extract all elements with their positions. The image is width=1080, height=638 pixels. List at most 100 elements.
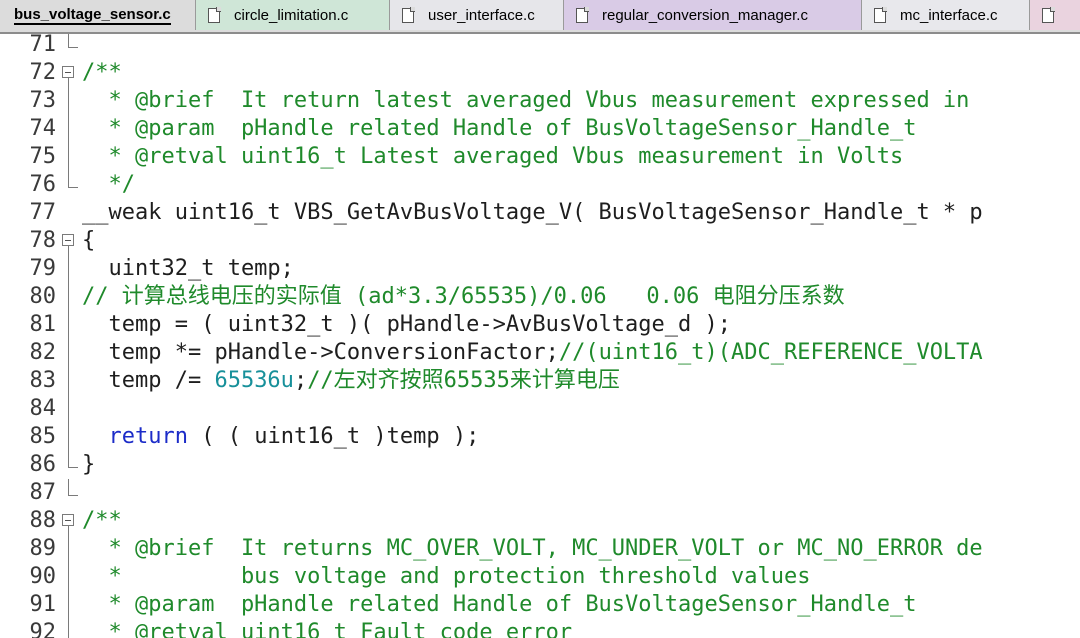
tab-mc-interface-c[interactable]: mc_interface.c	[862, 0, 1030, 30]
tab-label: bus_voltage_sensor.c	[14, 5, 171, 25]
code-text: * bus voltage and protection threshold v…	[82, 564, 811, 589]
code-line[interactable]: 76 */	[0, 171, 1080, 199]
code-line[interactable]: 85 return ( ( uint16_t )temp );	[0, 423, 1080, 451]
fold-guide	[62, 535, 76, 563]
code-text: // 计算总线电压的实际值 (ad*3.3/65535)/0.06 0.06 电…	[82, 284, 845, 309]
code-line[interactable]: 71	[0, 34, 1080, 59]
line-number: 73	[29, 88, 57, 113]
code-text: __weak uint16_t VBS_GetAvBusVoltage_V( B…	[82, 200, 983, 225]
line-number: 92	[29, 620, 57, 638]
fold-guide	[62, 619, 76, 638]
code-line[interactable]: 79 uint32_t temp;	[0, 255, 1080, 283]
fold-guide	[62, 563, 76, 591]
code-line[interactable]: 88 /**	[0, 507, 1080, 535]
fold-guide	[62, 339, 76, 367]
code-line[interactable]: 89 * @brief It returns MC_OVER_VOLT, MC_…	[0, 535, 1080, 563]
code-line[interactable]: 77 __weak uint16_t VBS_GetAvBusVoltage_V(…	[0, 199, 1080, 227]
file-icon	[576, 7, 589, 23]
code-text: temp *= pHandle->ConversionFactor;//(uin…	[82, 340, 983, 365]
file-icon	[1042, 7, 1055, 23]
code-text: * @param pHandle related Handle of BusVo…	[82, 116, 917, 141]
fold-guide	[62, 255, 76, 283]
code-line[interactable]: 78 {	[0, 227, 1080, 255]
file-icon	[874, 7, 887, 23]
code-line[interactable]: 90 * bus voltage and protection threshol…	[0, 563, 1080, 591]
code-text: * @param pHandle related Handle of BusVo…	[82, 592, 917, 617]
tab-label: mc_interface.c	[900, 6, 998, 24]
fold-guide	[62, 87, 76, 115]
fold-guide	[62, 115, 76, 143]
line-number: 86	[29, 452, 57, 477]
fold-guide	[62, 479, 78, 507]
fold-guide	[62, 143, 76, 171]
fold-guide	[62, 395, 76, 423]
tab-partial[interactable]	[1030, 0, 1080, 30]
code-text: * @retval uint16_t Fault code error	[82, 620, 573, 638]
fold-guide	[62, 451, 78, 479]
code-text: * @brief It returns MC_OVER_VOLT, MC_UND…	[82, 536, 983, 561]
code-line[interactable]: 83 temp /= 65536u;//左对齐按照65535来计算电压	[0, 367, 1080, 395]
code-line[interactable]: 74 * @param pHandle related Handle of Bu…	[0, 115, 1080, 143]
code-line[interactable]: 91 * @param pHandle related Handle of Bu…	[0, 591, 1080, 619]
line-number: 80	[29, 284, 57, 309]
code-line[interactable]: 87	[0, 479, 1080, 507]
tab-bus-voltage-sensor-c[interactable]: bus_voltage_sensor.c	[0, 0, 196, 30]
fold-guide	[62, 199, 76, 227]
code-text: temp /= 65536u;//左对齐按照65535来计算电压	[82, 368, 620, 393]
tab-label: user_interface.c	[428, 6, 535, 24]
code-editor[interactable]: 71 72/** 73 * @brief It return latest aver…	[0, 34, 1080, 638]
fold-guide	[62, 367, 76, 395]
tab-label: circle_limitation.c	[234, 6, 349, 24]
line-number: 76	[29, 172, 57, 197]
code-text: */	[82, 172, 135, 197]
code-line[interactable]: 92 * @retval uint16_t Fault code error	[0, 619, 1080, 638]
line-number: 84	[29, 396, 57, 421]
fold-toggle-icon[interactable]	[62, 507, 76, 535]
code-line[interactable]: 81 temp = ( uint32_t )( pHandle->AvBusVo…	[0, 311, 1080, 339]
fold-toggle-icon[interactable]	[62, 227, 76, 255]
code-line[interactable]: 75 * @retval uint16_t Latest averaged Vb…	[0, 143, 1080, 171]
code-text: uint32_t temp;	[82, 256, 294, 281]
fold-guide	[62, 311, 76, 339]
tab-circle-limitation-c[interactable]: circle_limitation.c	[196, 0, 390, 30]
code-text: return ( ( uint16_t )temp );	[108, 424, 480, 449]
line-number: 83	[29, 368, 57, 393]
code-text: }	[82, 452, 96, 477]
code-line[interactable]: 73 * @brief It return latest averaged Vb…	[0, 87, 1080, 115]
file-icon	[402, 7, 415, 23]
code-text: /**	[82, 60, 122, 85]
fold-guide	[62, 283, 76, 311]
tab-regular-conversion-manager-c[interactable]: regular_conversion_manager.c	[564, 0, 862, 30]
editor-tab-bar: bus_voltage_sensor.c circle_limitation.c u…	[0, 0, 1080, 34]
fold-guide	[62, 591, 76, 619]
line-number: 82	[29, 340, 57, 365]
line-number: 75	[29, 144, 57, 169]
line-number: 91	[29, 592, 57, 617]
code-text: {	[82, 228, 96, 253]
code-line[interactable]: 80 // 计算总线电压的实际值 (ad*3.3/65535)/0.06 0.06…	[0, 283, 1080, 311]
fold-guide	[62, 34, 78, 59]
code-line[interactable]: 86}	[0, 451, 1080, 479]
fold-guide	[62, 423, 76, 451]
line-number: 77	[29, 200, 57, 225]
tab-user-interface-c[interactable]: user_interface.c	[390, 0, 564, 30]
line-number: 79	[29, 256, 57, 281]
tab-label: regular_conversion_manager.c	[602, 6, 808, 24]
fold-guide	[62, 171, 78, 199]
fold-toggle-icon[interactable]	[62, 59, 76, 87]
line-number: 88	[29, 508, 57, 533]
line-number: 89	[29, 536, 57, 561]
line-number: 90	[29, 564, 57, 589]
line-number: 85	[29, 424, 57, 449]
code-text: * @brief It return latest averaged Vbus …	[82, 88, 970, 113]
line-number: 87	[29, 480, 57, 505]
line-number: 71	[29, 34, 57, 57]
line-number: 78	[29, 228, 57, 253]
code-text: temp = ( uint32_t )( pHandle->AvBusVolta…	[82, 312, 732, 337]
file-icon	[208, 7, 221, 23]
line-number: 74	[29, 116, 57, 141]
code-line[interactable]: 82 temp *= pHandle->ConversionFactor;//(…	[0, 339, 1080, 367]
code-text: * @retval uint16_t Latest averaged Vbus …	[82, 144, 904, 169]
code-line[interactable]: 72 /**	[0, 59, 1080, 87]
code-line[interactable]: 84	[0, 395, 1080, 423]
